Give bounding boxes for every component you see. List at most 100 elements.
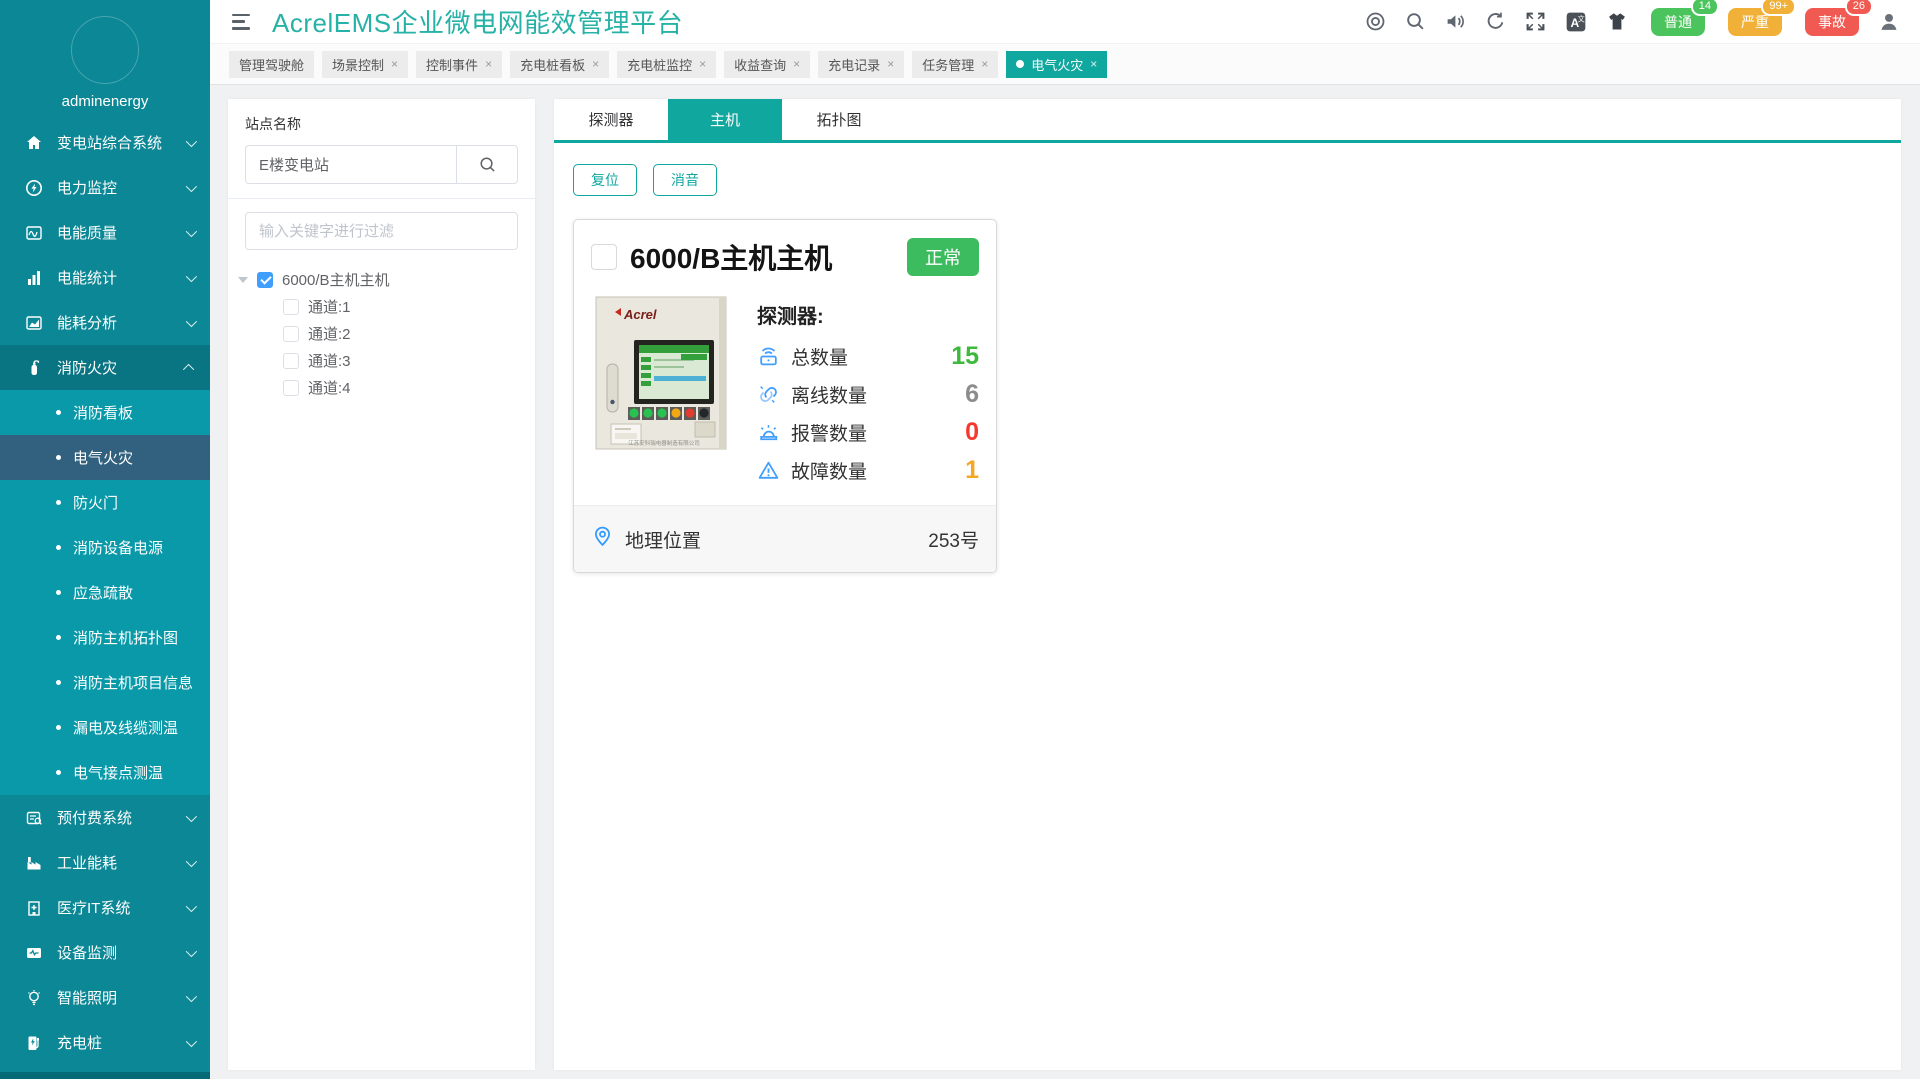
menu-toggle-icon[interactable] — [232, 14, 252, 30]
checkbox-unchecked[interactable] — [283, 380, 299, 396]
reset-button[interactable]: 复位 — [573, 164, 637, 196]
host-device-card[interactable]: 6000/B主机主机 正常 Acrel — [573, 219, 997, 573]
close-tab-icon[interactable]: × — [1090, 58, 1097, 70]
sidebar-subitem-leakage-cable-temp[interactable]: 漏电及线缆测温 — [0, 705, 210, 750]
tree-filter-input[interactable] — [245, 212, 518, 250]
alarm-severe-button[interactable]: 严重 99+ — [1728, 8, 1782, 36]
caret-down-icon[interactable] — [238, 277, 248, 283]
stat-row-fault: 故障数量 1 — [757, 451, 979, 489]
sidebar-item-fire-safety[interactable]: 消防火灾 — [0, 345, 210, 390]
user-profile: adminenergy — [0, 0, 210, 120]
sidebar-item-prepaid-system[interactable]: 预付费系统 — [0, 795, 210, 840]
header-actions: A文 普通 14 严重 99+ 事故 26 — [1365, 8, 1900, 36]
stat-value: 15 — [951, 342, 979, 371]
location-pin-icon — [591, 525, 614, 553]
help-icon[interactable] — [1365, 11, 1386, 32]
checkbox-unchecked[interactable] — [283, 353, 299, 369]
tree-node-channel-2[interactable]: 通道:2 — [238, 320, 525, 347]
tab-management-cockpit[interactable]: 管理驾驶舱 — [229, 51, 314, 78]
sidebar-subitem-fire-equipment-power[interactable]: 消防设备电源 — [0, 525, 210, 570]
tab-charging-monitor[interactable]: 充电桩监控 × — [617, 51, 716, 78]
tab-topology[interactable]: 拓扑图 — [782, 99, 896, 140]
tab-detectors[interactable]: 探测器 — [554, 99, 668, 140]
fullscreen-icon[interactable] — [1525, 11, 1546, 32]
active-tab-dot-icon — [1016, 60, 1024, 68]
bullet-icon — [56, 545, 61, 550]
tab-charging-dashboard[interactable]: 充电桩看板× — [510, 51, 609, 78]
alarm-accident-label: 事故 — [1818, 14, 1846, 30]
tab-host[interactable]: 主机 — [668, 99, 782, 140]
chevron-down-icon — [186, 315, 197, 326]
checkbox-unchecked[interactable] — [283, 326, 299, 342]
checkbox-unchecked[interactable] — [283, 299, 299, 315]
sidebar-subitem-fire-dashboard[interactable]: 消防看板 — [0, 390, 210, 435]
speaker-icon[interactable] — [1445, 11, 1466, 32]
hospital-icon — [24, 898, 44, 918]
close-tab-icon[interactable]: × — [793, 58, 800, 70]
alarm-accident-button[interactable]: 事故 26 — [1805, 8, 1859, 36]
tab-control-events[interactable]: 控制事件× — [416, 51, 502, 78]
refresh-icon[interactable] — [1485, 11, 1506, 32]
sidebar-item-label: 电能统计 — [57, 267, 117, 288]
theme-icon[interactable] — [1606, 11, 1628, 33]
chevron-down-icon — [186, 225, 197, 236]
tree-node-channel-3[interactable]: 通道:3 — [238, 347, 525, 374]
close-tab-icon[interactable]: × — [699, 58, 706, 70]
sidebar-item-smart-lighting[interactable]: 智能照明 — [0, 975, 210, 1020]
sidebar-item-label: 能耗分析 — [57, 312, 117, 333]
sidebar-subitem-fire-host-project-info[interactable]: 消防主机项目信息 — [0, 660, 210, 705]
sidebar-scrollbar[interactable] — [0, 1072, 210, 1079]
search-icon[interactable] — [1405, 11, 1426, 32]
tab-electrical-fire[interactable]: 电气火灾× — [1006, 51, 1107, 78]
sidebar-item-label: 电能质量 — [57, 222, 117, 243]
stat-value: 6 — [965, 380, 979, 409]
tab-label: 充电桩监控 — [627, 55, 692, 74]
sidebar-item-power-stats[interactable]: 电能统计 — [0, 255, 210, 300]
main-panel: 探测器 主机 拓扑图 复位 消音 6000/B主机主机 正常 — [554, 99, 1901, 1070]
card-checkbox[interactable] — [591, 244, 617, 270]
sidebar-subitem-emergency-evacuation[interactable]: 应急疏散 — [0, 570, 210, 615]
translate-icon[interactable]: A文 — [1565, 11, 1587, 33]
close-tab-icon[interactable]: × — [592, 58, 599, 70]
tab-label: 充电记录 — [828, 55, 880, 74]
content-area: 站点名称 6000/B主机主机 — [210, 85, 1920, 1079]
sidebar-item-medical-it[interactable]: 医疗IT系统 — [0, 885, 210, 930]
tab-task-management[interactable]: 任务管理 × — [912, 51, 998, 78]
sidebar-subitem-fire-door[interactable]: 防火门 — [0, 480, 210, 525]
sidebar-item-charging-pile[interactable]: 充电桩 — [0, 1020, 210, 1065]
sidebar-item-industrial-energy[interactable]: 工业能耗 — [0, 840, 210, 885]
sidebar-item-device-monitor[interactable]: 设备监测 — [0, 930, 210, 975]
sidebar-item-energy-analysis[interactable]: 能耗分析 — [0, 300, 210, 345]
bullet-icon — [56, 500, 61, 505]
tree-node-channel-1[interactable]: 通道:1 — [238, 293, 525, 320]
monitor-pulse-icon — [24, 943, 44, 963]
checkbox-checked[interactable] — [257, 272, 273, 288]
sidebar-item-power-quality[interactable]: 电能质量 — [0, 210, 210, 255]
tab-scene-control[interactable]: 场景控制× — [322, 51, 408, 78]
mute-button[interactable]: 消音 — [653, 164, 717, 196]
stat-label: 故障数量 — [791, 457, 867, 484]
tab-label: 任务管理 — [922, 55, 974, 74]
tab-charging-records[interactable]: 充电记录 × — [818, 51, 904, 78]
sidebar-subitem-electrical-fire[interactable]: 电气火灾 — [0, 435, 210, 480]
close-tab-icon[interactable]: × — [391, 58, 398, 70]
avatar[interactable] — [71, 16, 139, 84]
tree-root-node[interactable]: 6000/B主机主机 — [238, 266, 525, 293]
close-tab-icon[interactable]: × — [485, 58, 492, 70]
sidebar-item-power-monitor[interactable]: 电力监控 — [0, 165, 210, 210]
site-search-button[interactable] — [456, 145, 518, 184]
chevron-up-icon — [183, 363, 194, 374]
sidebar-subitem-electrical-contact-temp[interactable]: 电气接点测温 — [0, 750, 210, 795]
bullet-icon — [56, 770, 61, 775]
site-search-input[interactable] — [245, 145, 456, 184]
tab-revenue-query[interactable]: 收益查询× — [724, 51, 810, 78]
sidebar-subitem-fire-host-topology[interactable]: 消防主机拓扑图 — [0, 615, 210, 660]
user-icon[interactable] — [1878, 11, 1900, 33]
close-tab-icon[interactable]: × — [981, 58, 988, 70]
sidebar-item-substation-system[interactable]: 变电站综合系统 — [0, 120, 210, 165]
close-tab-icon[interactable]: × — [887, 58, 894, 70]
tree-node-label: 通道:4 — [308, 377, 351, 398]
tree-node-channel-4[interactable]: 通道:4 — [238, 374, 525, 401]
alarm-normal-button[interactable]: 普通 14 — [1651, 8, 1705, 36]
card-header: 6000/B主机主机 正常 — [574, 220, 996, 281]
